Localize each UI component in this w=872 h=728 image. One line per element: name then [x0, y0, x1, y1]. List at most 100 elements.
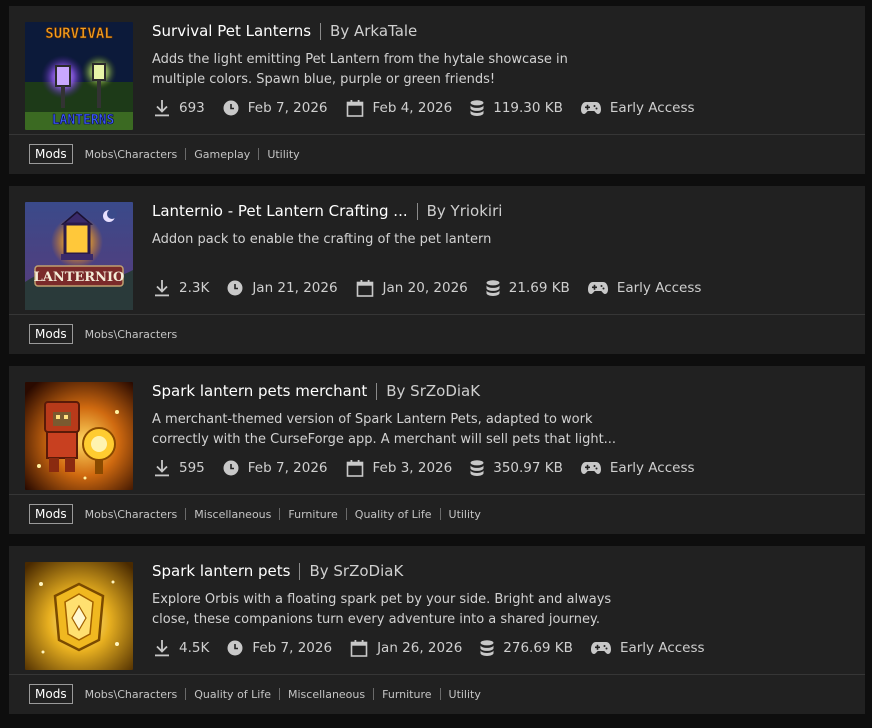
category-tag[interactable]: Utility: [267, 148, 299, 161]
updated-date: Feb 7, 2026: [252, 640, 333, 656]
title-row: Spark lantern pets merchant By SrZoDiaK: [152, 380, 480, 402]
category-tag[interactable]: Gameplay: [194, 148, 250, 161]
downloads-stat: 693: [154, 99, 205, 117]
tag-row: Mods Mobs\Characters Gameplay Utility: [29, 143, 300, 165]
clock-icon: [223, 460, 239, 476]
clock-icon: [227, 280, 243, 296]
category-tag[interactable]: Utility: [449, 688, 481, 701]
size-stat: 350.97 KB: [470, 460, 563, 476]
created-stat: Feb 3, 2026: [346, 459, 453, 477]
updated-stat: Jan 21, 2026: [227, 280, 338, 296]
mod-card-header: Spark lantern pets merchant By SrZoDiaK …: [9, 366, 865, 494]
mod-card-header: LANTERNIO Lanternio - Pet Lantern Crafti…: [9, 186, 865, 314]
svg-text:LANTERNIO: LANTERNIO: [34, 270, 125, 285]
tag-separator: [279, 508, 281, 520]
mod-card[interactable]: SURVIVAL LANTERNS Survival Pet Lanterns …: [9, 6, 865, 174]
category-tag[interactable]: Quality of Life: [194, 688, 271, 701]
tag-separator: [185, 148, 187, 160]
category-tag[interactable]: Mobs\Characters: [85, 328, 178, 341]
calendar-icon: [346, 99, 363, 117]
mod-author[interactable]: By SrZoDiaK: [309, 562, 403, 580]
size-stat: 119.30 KB: [470, 100, 563, 116]
tag-row: Mods Mobs\Characters Miscellaneous Furni…: [29, 503, 481, 525]
calendar-icon: [356, 279, 373, 297]
mod-description: Explore Orbis with a floating spark pet …: [152, 592, 612, 627]
created-stat: Jan 26, 2026: [350, 639, 463, 657]
updated-date: Feb 7, 2026: [247, 100, 328, 116]
created-stat: Feb 4, 2026: [346, 99, 453, 117]
tag-separator: [185, 688, 187, 700]
category-tag[interactable]: Furniture: [382, 688, 431, 701]
file-size: 119.30 KB: [493, 100, 563, 116]
status-stat: Early Access: [580, 460, 695, 476]
mod-stats: 693 Feb 7, 2026 Feb 4, 2026 119.30 KB Ea…: [154, 96, 713, 120]
status-stat: Early Access: [587, 280, 701, 296]
database-icon: [486, 280, 500, 296]
downloads-value: 2.3K: [179, 280, 210, 296]
title-separator: [376, 382, 378, 400]
downloads-stat: 4.5K: [154, 639, 209, 657]
mod-description: A merchant-themed version of Spark Lante…: [152, 412, 617, 447]
card-divider: [9, 134, 865, 135]
tag-separator: [439, 688, 441, 700]
class-tag[interactable]: Mods: [29, 144, 73, 164]
class-tag[interactable]: Mods: [29, 324, 73, 344]
gamepad-icon: [580, 462, 601, 474]
category-tag[interactable]: Mobs\Characters: [85, 148, 178, 161]
category-tag[interactable]: Miscellaneous: [288, 688, 365, 701]
category-tag[interactable]: Miscellaneous: [194, 508, 271, 521]
category-tag[interactable]: Quality of Life: [355, 508, 432, 521]
mod-thumbnail[interactable]: SURVIVAL LANTERNS: [25, 22, 133, 130]
created-date: Jan 26, 2026: [377, 640, 463, 656]
mod-thumbnail[interactable]: LANTERNIO: [25, 202, 133, 310]
mod-title[interactable]: Survival Pet Lanterns: [152, 22, 311, 40]
database-icon: [470, 460, 484, 476]
created-date: Feb 3, 2026: [372, 460, 453, 476]
gamepad-icon: [580, 102, 601, 114]
created-date: Feb 4, 2026: [372, 100, 453, 116]
tag-separator: [185, 508, 187, 520]
mod-thumbnail[interactable]: [25, 562, 133, 670]
created-date: Jan 20, 2026: [382, 280, 468, 296]
title-separator: [299, 562, 301, 580]
card-divider: [9, 314, 865, 315]
mod-stats: 595 Feb 7, 2026 Feb 3, 2026 350.97 KB Ea…: [154, 456, 713, 480]
mod-author[interactable]: By Yriokiri: [427, 202, 503, 220]
mod-card[interactable]: Spark lantern pets merchant By SrZoDiaK …: [9, 366, 865, 534]
mod-title[interactable]: Spark lantern pets: [152, 562, 290, 580]
size-stat: 276.69 KB: [480, 640, 573, 656]
calendar-icon: [346, 459, 363, 477]
tag-row: Mods Mobs\Characters: [29, 323, 177, 345]
category-tag[interactable]: Furniture: [288, 508, 337, 521]
mod-card-header: Spark lantern pets By SrZoDiaK Explore O…: [9, 546, 865, 674]
class-tag[interactable]: Mods: [29, 504, 73, 524]
downloads-value: 595: [179, 460, 205, 476]
size-stat: 21.69 KB: [486, 280, 570, 296]
class-tag[interactable]: Mods: [29, 684, 73, 704]
title-separator: [416, 202, 418, 220]
mod-card[interactable]: LANTERNIO Lanternio - Pet Lantern Crafti…: [9, 186, 865, 354]
download-icon: [155, 640, 169, 657]
mod-card[interactable]: Spark lantern pets By SrZoDiaK Explore O…: [9, 546, 865, 714]
gamepad-icon: [587, 282, 608, 294]
title-separator: [320, 22, 322, 40]
release-status: Early Access: [619, 640, 705, 656]
category-tag[interactable]: Utility: [449, 508, 481, 521]
category-tag[interactable]: Mobs\Characters: [85, 688, 178, 701]
mod-thumbnail[interactable]: [25, 382, 133, 490]
category-tag[interactable]: Mobs\Characters: [85, 508, 178, 521]
mod-list: SURVIVAL LANTERNS Survival Pet Lanterns …: [0, 0, 872, 728]
updated-stat: Feb 7, 2026: [223, 100, 328, 116]
tag-separator: [258, 148, 260, 160]
tag-separator: [439, 508, 441, 520]
release-status: Early Access: [609, 460, 695, 476]
downloads-value: 4.5K: [179, 640, 210, 656]
mod-author[interactable]: By ArkaTale: [330, 22, 417, 40]
mod-card-header: SURVIVAL LANTERNS Survival Pet Lanterns …: [9, 6, 865, 134]
mod-title[interactable]: Spark lantern pets merchant: [152, 382, 367, 400]
database-icon: [470, 100, 484, 116]
updated-stat: Feb 7, 2026: [223, 460, 328, 476]
mod-title[interactable]: Lanternio - Pet Lantern Crafting ...: [152, 202, 408, 220]
mod-author[interactable]: By SrZoDiaK: [386, 382, 480, 400]
tag-row: Mods Mobs\Characters Quality of Life Mis…: [29, 683, 481, 705]
